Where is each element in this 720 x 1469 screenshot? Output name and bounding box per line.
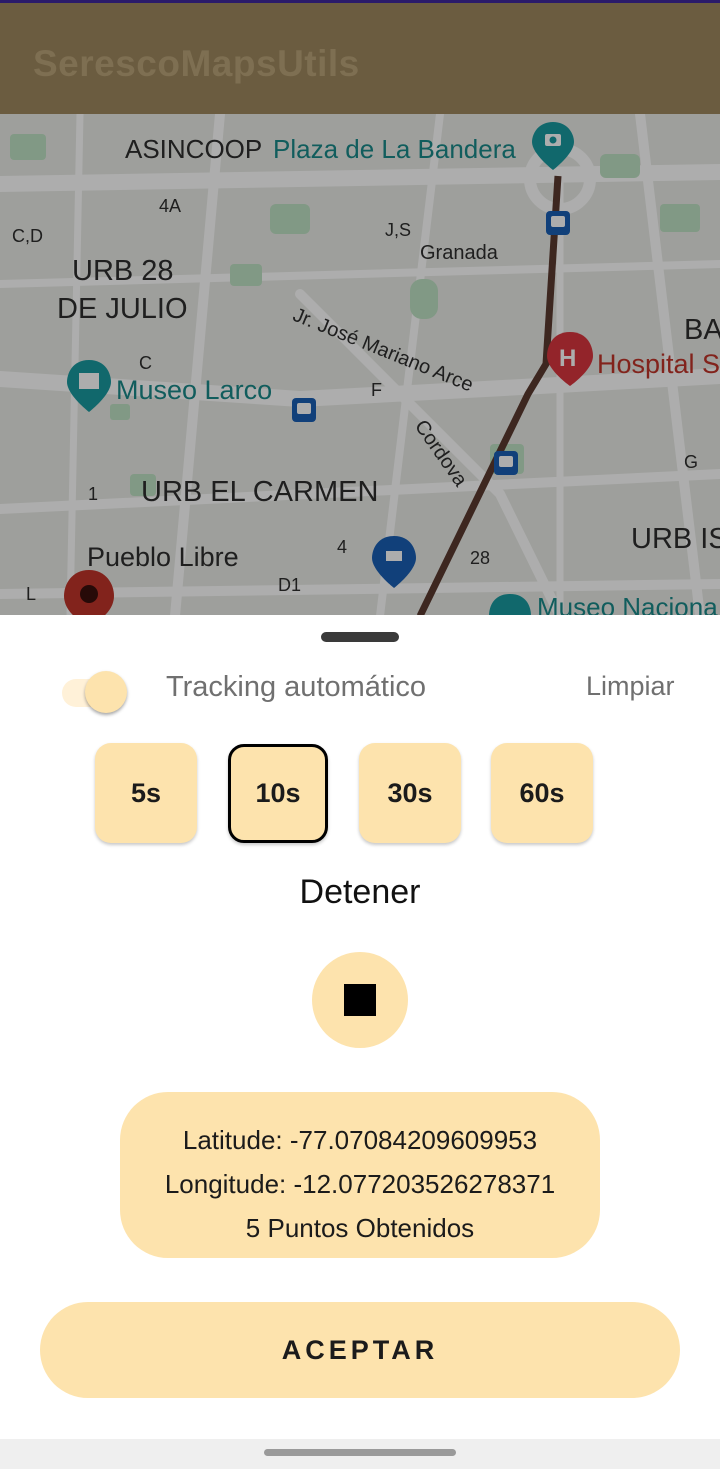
map-label-cd: C,D — [12, 226, 43, 246]
map-label-g: G — [684, 452, 699, 472]
tracking-label: Tracking automático — [166, 671, 427, 703]
system-nav-bar — [0, 1439, 720, 1469]
interval-button-30s[interactable]: 30s — [359, 743, 461, 843]
longitude-text: Longitude: -12.077203526278371 — [164, 1169, 556, 1199]
map-label-ba: BA — [684, 314, 720, 346]
map-label-l: L — [26, 584, 37, 604]
map-label-museo-larco[interactable]: Museo Larco — [116, 375, 272, 406]
map-label-4: 4 — [337, 537, 348, 557]
interval-button-60s[interactable]: 60s — [491, 743, 593, 843]
stop-icon — [344, 984, 376, 1016]
interval-button-10s[interactable]: 10s — [228, 744, 328, 843]
map-label-c: C — [139, 353, 152, 373]
stop-button[interactable] — [312, 952, 408, 1048]
map-label-urb-is: URB IS — [631, 523, 720, 555]
map-label-28: 28 — [470, 548, 491, 568]
map-label-plaza[interactable]: Plaza de La Bandera — [273, 134, 516, 165]
points-count-text: 5 Puntos Obtenidos — [245, 1213, 475, 1243]
latitude-text: Latitude: -77.07084209609953 — [182, 1125, 538, 1155]
bottom-sheet: Tracking automático Limpiar 5s 10s 30s 6… — [0, 615, 720, 1439]
home-indicator[interactable] — [264, 1449, 456, 1456]
map-label-f: F — [371, 380, 382, 400]
map-label-hospital[interactable]: Hospital S — [597, 349, 720, 380]
map-label-pueblo-libre: Pueblo Libre — [87, 542, 239, 572]
map-label-dejulio: DE JULIO — [57, 293, 188, 325]
map-label-1: 1 — [88, 484, 99, 504]
map-label-urb28: URB 28 — [72, 255, 174, 287]
app-bar: SerescoMapsUtils — [0, 0, 720, 114]
map-label-4a: 4A — [159, 196, 182, 216]
map-label-asincoop: ASINCOOP — [125, 134, 263, 164]
status-label: Detener — [299, 873, 421, 911]
map-label-urb-carmen: URB EL CARMEN — [141, 476, 379, 508]
tracking-switch[interactable] — [62, 671, 128, 717]
map-label-granada: Granada — [420, 242, 498, 264]
accept-button[interactable]: ACEPTAR — [40, 1302, 680, 1398]
svg-text:H: H — [559, 345, 576, 372]
interval-button-5s[interactable]: 5s — [95, 743, 197, 843]
map-label-js: J,S — [385, 220, 412, 240]
map-view[interactable]: H ASINCOOP Plaza de La Bandera 4A C,D J,… — [0, 114, 720, 616]
map-label-d1: D1 — [278, 575, 302, 595]
clear-button[interactable]: Limpiar — [586, 671, 675, 702]
coordinates-card: Latitude: -77.07084209609953 Longitude: … — [120, 1092, 600, 1258]
drag-handle[interactable] — [321, 632, 399, 642]
app-title: SerescoMapsUtils — [33, 43, 360, 84]
switch-thumb — [85, 671, 127, 713]
map-label-museo-nacional[interactable]: Museo Naciona — [537, 592, 718, 616]
